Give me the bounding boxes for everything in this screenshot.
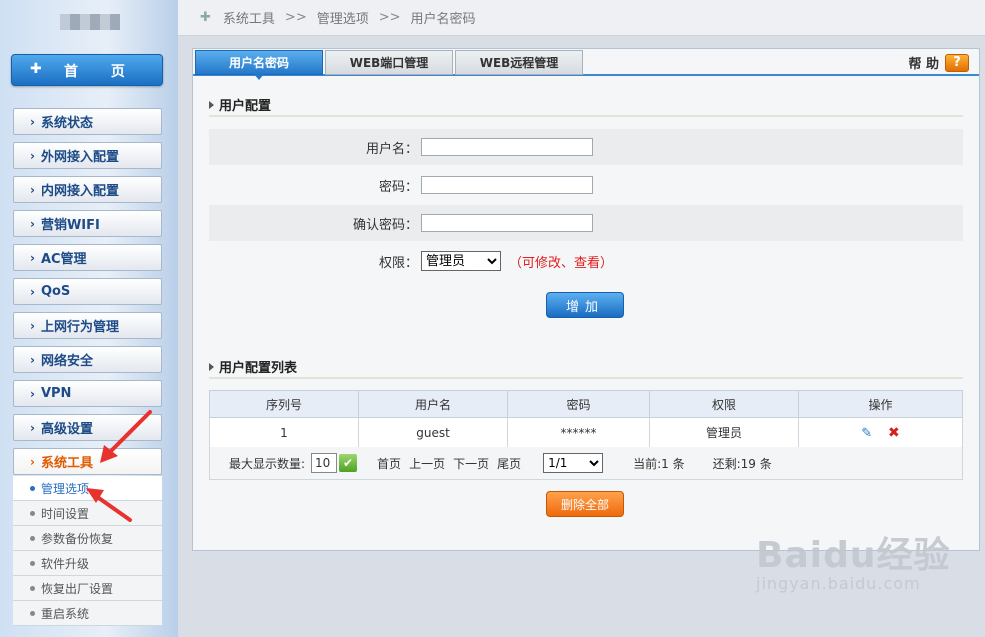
arrow-to-system-tools — [100, 410, 152, 463]
watermark-brand: Baidu经验 — [756, 535, 951, 576]
watermark: Baidu经验 jingyan.baidu.com — [756, 526, 950, 593]
arrow-to-manage-options — [86, 488, 132, 522]
